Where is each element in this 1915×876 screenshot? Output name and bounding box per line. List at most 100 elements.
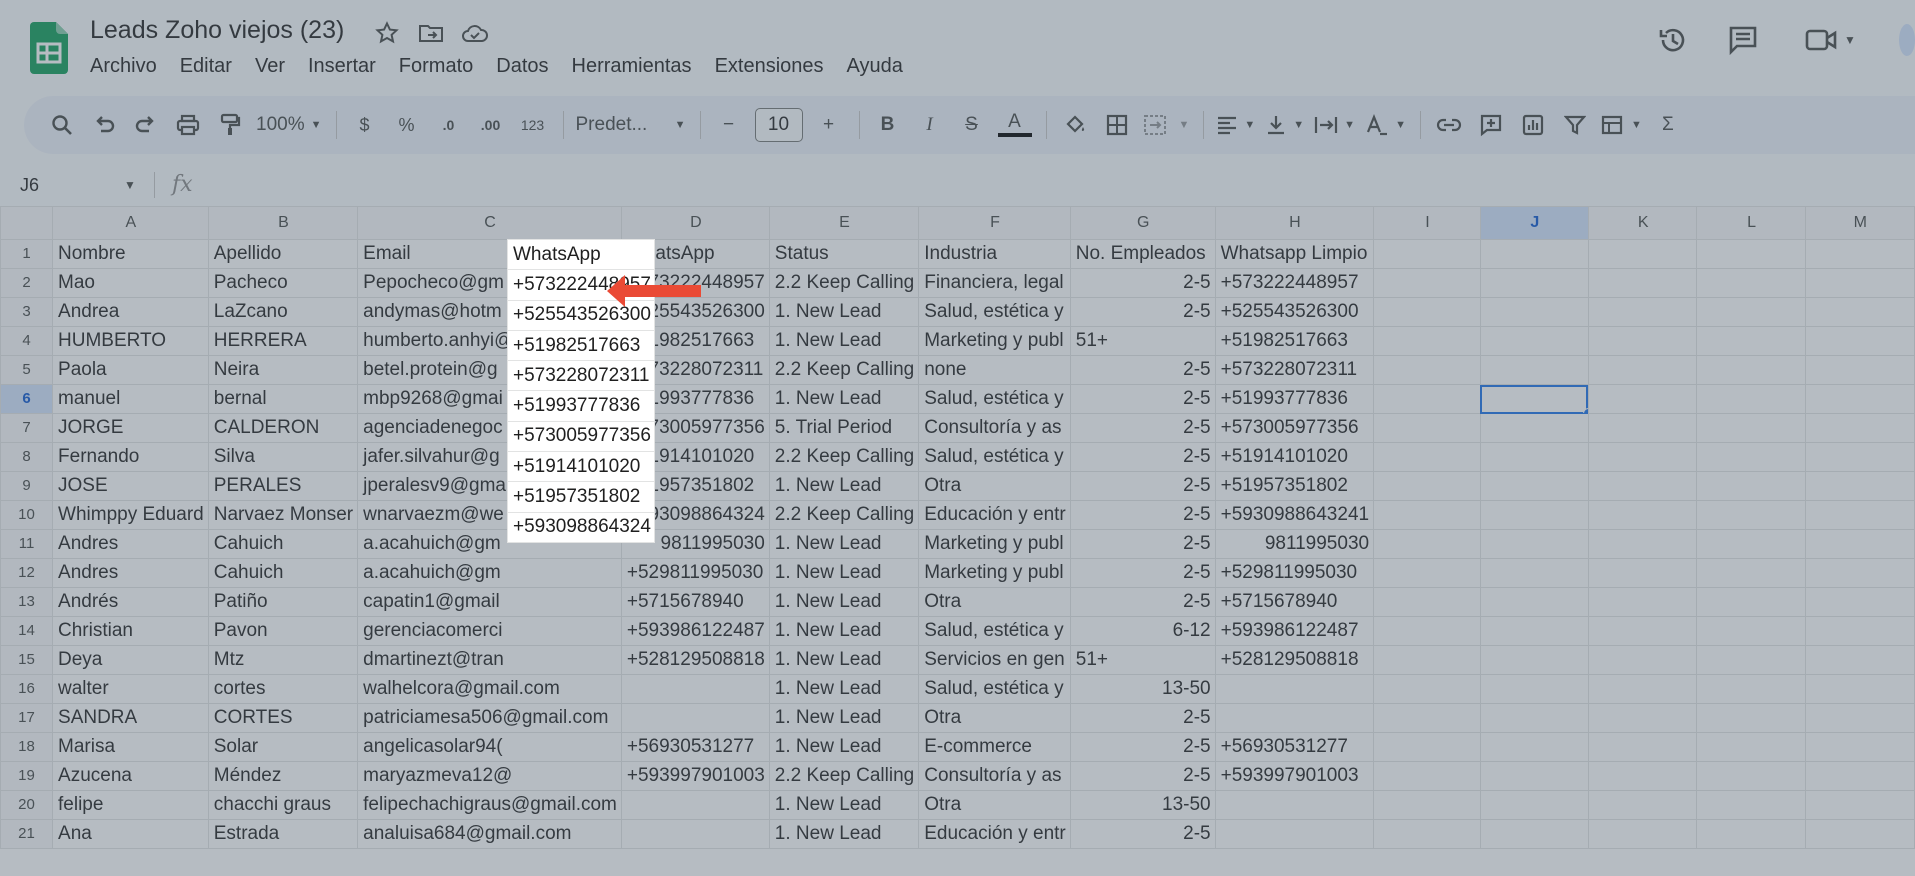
merge-cells-icon[interactable]: ▼ [1143,108,1189,142]
cell-g6[interactable]: 2-5 [1069,384,1216,414]
cell-l19[interactable] [1696,761,1806,791]
cell-h5[interactable]: +573228072311 [1214,355,1375,385]
cell-k6[interactable] [1587,384,1698,414]
cell-e8[interactable]: 2.2 Keep Calling [768,442,920,472]
cell-i15[interactable] [1373,645,1481,675]
cell-e21[interactable]: 1. New Lead [768,819,920,849]
cell-i21[interactable] [1373,819,1481,849]
cell-l5[interactable] [1696,355,1806,385]
sheets-logo-icon[interactable] [30,22,68,74]
cell-e1[interactable]: Status [768,239,920,269]
cell-j10[interactable] [1479,500,1589,530]
cell-i4[interactable] [1373,326,1481,356]
menu-ver[interactable]: Ver [255,55,296,78]
row-header[interactable]: 10 [0,500,54,530]
cell-d16[interactable] [620,674,770,704]
cell-a6[interactable]: manuel [52,384,209,414]
cell-k7[interactable] [1587,413,1698,443]
cell-l10[interactable] [1696,500,1806,530]
cell-b2[interactable]: Pacheco [207,268,359,298]
cell-i19[interactable] [1373,761,1481,791]
cell-g1[interactable]: No. Empleados [1069,239,1216,269]
cell-a7[interactable]: JORGE [52,413,209,443]
cell-b7[interactable]: CALDERON [207,413,359,443]
cell-c3[interactable]: andymas@hotm [357,297,622,327]
column-header-l[interactable]: L [1696,206,1806,240]
cell-h12[interactable]: +529811995030 [1214,558,1375,588]
cell-g8[interactable]: 2-5 [1069,442,1216,472]
column-header-d[interactable]: D [620,206,770,240]
cell-l11[interactable] [1696,529,1806,559]
cell-l2[interactable] [1696,268,1806,298]
cell-c15[interactable]: dmartinezt@tran [357,645,622,675]
cell-h9[interactable]: +51957351802 [1214,471,1375,501]
cell-a14[interactable]: Christian [52,616,209,646]
cell-d4[interactable]: +51982517663 [620,326,770,356]
menu-ayuda[interactable]: Ayuda [847,55,914,78]
column-header-c[interactable]: C [357,206,622,240]
cell-i11[interactable] [1373,529,1481,559]
cell-c13[interactable]: capatin1@gmail [357,587,622,617]
column-header-j[interactable]: J [1479,206,1589,240]
cell-a16[interactable]: walter [52,674,209,704]
text-rotation-icon[interactable]: ▼ [1365,108,1406,142]
row-header[interactable]: 17 [0,703,54,733]
cell-g19[interactable]: 2-5 [1069,761,1216,791]
cell-k16[interactable] [1587,674,1698,704]
row-header[interactable]: 20 [0,790,54,820]
increase-font-size-button[interactable]: + [813,108,845,142]
column-header-g[interactable]: G [1069,206,1216,240]
row-header[interactable]: 13 [0,587,54,617]
cell-d12[interactable]: +529811995030 [620,558,770,588]
cell-c2[interactable]: Pepocheco@gm [357,268,622,298]
cell-l13[interactable] [1696,587,1806,617]
cell-d21[interactable] [620,819,770,849]
menu-datos[interactable]: Datos [496,55,559,78]
cell-a19[interactable]: Azucena [52,761,209,791]
cell-k5[interactable] [1587,355,1698,385]
insert-link-icon[interactable] [1433,108,1465,142]
cell-j13[interactable] [1479,587,1589,617]
row-header[interactable]: 9 [0,471,54,501]
format-currency-button[interactable]: $ [349,108,381,142]
chevron-down-icon[interactable]: ▼ [124,178,136,192]
cell-m13[interactable] [1804,587,1915,617]
cell-m10[interactable] [1804,500,1915,530]
cell-f20[interactable]: Otra [918,790,1071,820]
cell-b6[interactable]: bernal [207,384,359,414]
cell-i17[interactable] [1373,703,1481,733]
cell-d11[interactable]: 9811995030 [620,529,770,559]
cell-c18[interactable]: angelicasolar94( [357,732,622,762]
cell-f14[interactable]: Salud, estética y [918,616,1071,646]
cell-b4[interactable]: HERRERA [207,326,359,356]
cell-f21[interactable]: Educación y entr [918,819,1071,849]
cell-d20[interactable] [620,790,770,820]
cell-b9[interactable]: PERALES [207,471,359,501]
bold-button[interactable]: B [872,108,904,142]
row-header[interactable]: 3 [0,297,54,327]
cell-e2[interactable]: 2.2 Keep Calling [768,268,920,298]
cell-g12[interactable]: 2-5 [1069,558,1216,588]
cell-a2[interactable]: Mao [52,268,209,298]
document-title[interactable]: Leads Zoho viejos (23) [90,16,344,45]
cell-i3[interactable] [1373,297,1481,327]
cell-d13[interactable]: +5715678940 [620,587,770,617]
cell-d5[interactable]: +573228072311 [620,355,770,385]
cell-j18[interactable] [1479,732,1589,762]
cell-m7[interactable] [1804,413,1915,443]
cell-d19[interactable]: +593997901003 [620,761,770,791]
meet-video-icon[interactable]: ▼ [1795,22,1865,58]
cell-d14[interactable]: +593986122487 [620,616,770,646]
cell-m15[interactable] [1804,645,1915,675]
row-header[interactable]: 16 [0,674,54,704]
cell-m16[interactable] [1804,674,1915,704]
row-header[interactable]: 18 [0,732,54,762]
row-header[interactable]: 12 [0,558,54,588]
cell-h10[interactable]: +5930988643241 [1214,500,1375,530]
cell-a1[interactable]: Nombre [52,239,209,269]
cell-h17[interactable] [1214,703,1375,733]
cell-c8[interactable]: jafer.silvahur@g [357,442,622,472]
cell-k1[interactable] [1587,239,1698,269]
cell-g20[interactable]: 13-50 [1069,790,1216,820]
cell-i2[interactable] [1373,268,1481,298]
